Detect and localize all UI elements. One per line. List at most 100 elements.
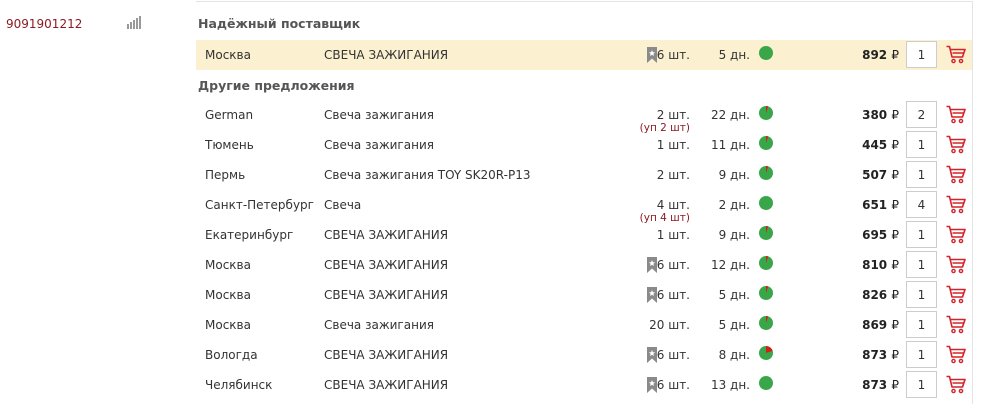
offer-quantity: 1 шт. — [656, 228, 690, 242]
offer-delivery-days: 5 дн. — [718, 318, 750, 332]
price-value: 380 — [862, 108, 888, 122]
offer-delivery-days: 13 дн. — [710, 378, 750, 392]
offer-city: Москва — [205, 318, 251, 332]
top-divider — [196, 1, 972, 2]
offer-price: 873 ₽ — [862, 378, 899, 392]
price-currency: ₽ — [891, 228, 899, 242]
offer-row: Москва СВЕЧА ЗАЖИГАНИЯ 6 шт. 12 дн. 810 ₽ — [196, 250, 972, 280]
offer-quantity: 6 шт. — [656, 378, 690, 392]
add-to-cart-icon[interactable] — [946, 375, 966, 394]
price-value: 869 — [862, 318, 888, 332]
add-to-cart-icon[interactable] — [946, 285, 966, 304]
offer-description: СВЕЧА ЗАЖИГАНИЯ — [324, 378, 449, 392]
offer-quantity: 6 шт. — [656, 348, 690, 362]
offer-description: СВЕЧА ЗАЖИГАНИЯ — [324, 288, 449, 302]
quantity-input[interactable] — [906, 191, 937, 218]
offer-price: 651 ₽ — [862, 198, 899, 212]
offer-city: Екатеринбург — [205, 228, 294, 242]
add-to-cart-icon[interactable] — [946, 315, 966, 334]
add-to-cart-icon[interactable] — [946, 135, 966, 154]
offer-city: Санкт-Петербург — [205, 198, 314, 212]
price-currency: ₽ — [891, 138, 899, 152]
add-to-cart-icon[interactable] — [946, 195, 966, 214]
add-to-cart-icon[interactable] — [946, 45, 966, 64]
offer-city: Тюмень — [205, 138, 254, 152]
quantity-input[interactable] — [906, 101, 937, 128]
price-currency: ₽ — [891, 108, 899, 122]
offer-price: 869 ₽ — [862, 318, 899, 332]
availability-pie-icon — [759, 256, 773, 270]
price-currency: ₽ — [891, 378, 899, 392]
price-value: 826 — [862, 288, 888, 302]
availability-pie-icon — [759, 286, 773, 300]
offer-quantity: 4 шт. — [656, 198, 690, 212]
right-divider — [972, 1, 973, 404]
article-number[interactable]: 9091901212 — [6, 17, 82, 31]
add-to-cart-icon[interactable] — [946, 255, 966, 274]
bookmark-icon — [647, 377, 657, 393]
offer-delivery-days: 9 дн. — [718, 228, 750, 242]
offer-price: 695 ₽ — [862, 228, 899, 242]
offer-row: Пермь Свеча зажигания TOY SK20R-P13 2 шт. 9… — [196, 160, 972, 190]
offer-delivery-days: 8 дн. — [718, 348, 750, 362]
quantity-input[interactable] — [906, 131, 937, 158]
price-currency: ₽ — [891, 198, 899, 212]
availability-pie-icon — [759, 106, 773, 120]
add-to-cart-icon[interactable] — [946, 105, 966, 124]
offer-description: Свеча зажигания — [324, 108, 434, 122]
quantity-input[interactable] — [906, 161, 937, 188]
offer-delivery-days: 12 дн. — [710, 258, 750, 272]
quantity-input[interactable] — [906, 311, 937, 338]
offer-quantity: 2 шт. — [656, 168, 690, 182]
offer-description: Свеча зажигания — [324, 138, 434, 152]
offer-row: German Свеча зажигания 2 шт. (уп 2 шт) 22 дн… — [196, 100, 972, 134]
offer-quantity: 2 шт. — [656, 108, 690, 122]
offer-description: СВЕЧА ЗАЖИГАНИЯ — [324, 228, 449, 242]
quantity-input[interactable] — [906, 41, 937, 68]
offer-quantity: 6 шт. — [656, 258, 690, 272]
quantity-input[interactable] — [906, 251, 937, 278]
availability-pie-icon — [759, 136, 773, 150]
price-value: 873 — [862, 378, 888, 392]
quantity-input[interactable] — [906, 341, 937, 368]
offer-delivery-days: 11 дн. — [710, 138, 750, 152]
quantity-input[interactable] — [906, 281, 937, 308]
price-currency: ₽ — [891, 318, 899, 332]
price-value: 810 — [862, 258, 888, 272]
bookmark-icon — [647, 347, 657, 363]
price-value: 651 — [862, 198, 888, 212]
offer-city: Челябинск — [205, 378, 273, 392]
price-value: 445 — [862, 138, 888, 152]
quantity-input[interactable] — [906, 221, 937, 248]
add-to-cart-icon[interactable] — [946, 345, 966, 364]
offer-row: Екатеринбург СВЕЧА ЗАЖИГАНИЯ 1 шт. 9 дн. 695… — [196, 220, 972, 250]
section-title-reliable: Надёжный поставщик — [198, 16, 361, 31]
offer-description: СВЕЧА ЗАЖИГАНИЯ — [324, 348, 449, 362]
bookmark-icon — [647, 287, 657, 303]
offer-quantity: 20 шт. — [649, 318, 690, 332]
offer-city: Вологда — [205, 348, 258, 362]
offer-row: Тюмень Свеча зажигания 1 шт. 11 дн. 445 ₽ — [196, 130, 972, 160]
offer-description: Свеча — [324, 198, 362, 212]
availability-pie-icon — [759, 376, 773, 390]
price-currency: ₽ — [891, 258, 899, 272]
add-to-cart-icon[interactable] — [946, 225, 966, 244]
offer-quantity: 6 шт. — [656, 48, 690, 62]
offer-row-reliable: Москва СВЕЧА ЗАЖИГАНИЯ 6 шт. 5 дн. 892 ₽ — [196, 40, 972, 70]
quantity-input[interactable] — [906, 371, 937, 398]
offer-delivery-days: 22 дн. — [710, 108, 750, 122]
offer-city: Пермь — [205, 168, 246, 182]
availability-pie-icon — [759, 226, 773, 240]
availability-pie-icon — [759, 196, 773, 210]
price-value: 695 — [862, 228, 888, 242]
availability-pie-icon — [759, 46, 773, 60]
offer-city: Москва — [205, 48, 251, 62]
offer-city: Москва — [205, 258, 251, 272]
bookmark-icon — [647, 257, 657, 273]
offer-quantity: 6 шт. — [656, 288, 690, 302]
offer-price: 892 ₽ — [862, 48, 899, 62]
availability-pie-icon — [759, 346, 773, 360]
add-to-cart-icon[interactable] — [946, 165, 966, 184]
offer-description: СВЕЧА ЗАЖИГАНИЯ — [324, 258, 449, 272]
offer-delivery-days: 2 дн. — [718, 198, 750, 212]
